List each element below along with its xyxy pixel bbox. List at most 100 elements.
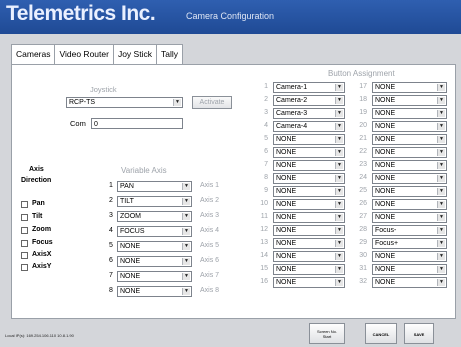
button-number: 6 [264,148,268,155]
button-number: 17 [359,83,367,90]
button-assignment-select[interactable]: NONE ▼ [372,121,447,132]
button-assignment-select[interactable]: Focus- ▼ [372,225,447,236]
chevron-down-icon: ▼ [182,213,190,220]
button-assignment-select[interactable]: NONE ▼ [273,147,345,158]
button-assignment-select[interactable]: NONE ▼ [273,225,345,236]
button-assignment-select[interactable]: Camera-3 ▼ [273,108,345,119]
variable-axis-select[interactable]: TILT ▼ [117,196,192,207]
chevron-down-icon: ▼ [437,214,445,221]
button-assignment-value: NONE [375,136,396,143]
joystick-device-select[interactable]: RCP-TS ▼ [66,97,183,108]
variable-axis-select[interactable]: ZOOM ▼ [117,211,192,222]
variable-axis-select[interactable]: NONE ▼ [117,256,192,267]
tab-cameras[interactable]: Cameras [12,45,56,65]
button-assignment-value: NONE [375,188,396,195]
button-assignment-select[interactable]: NONE ▼ [372,160,447,171]
joystick-device-value: RCP-TS [69,99,96,106]
button-assignment-select[interactable]: NONE ▼ [372,147,447,158]
button-assignment-select[interactable]: Camera-1 ▼ [273,82,345,93]
chevron-down-icon: ▼ [335,227,343,234]
axisy-checkbox[interactable] [21,264,28,271]
tab-bar: Cameras Video Router Joy Stick Tally [11,44,183,65]
variable-axis-value: NONE [120,243,141,250]
button-number: 13 [260,239,268,246]
button-assignment-select[interactable]: NONE ▼ [273,186,345,197]
button-number: 27 [359,213,367,220]
variable-axis-value: ZOOM [120,213,141,220]
button-assignment-select[interactable]: NONE ▼ [273,238,345,249]
chevron-down-icon: ▼ [335,136,343,143]
button-assignment-select[interactable]: NONE ▼ [372,251,447,262]
variable-axis-label: Axis 2 [200,197,220,204]
button-number: 21 [359,135,367,142]
button-assignment-select[interactable]: Camera-4 ▼ [273,121,345,132]
save-button[interactable]: SAVE [404,323,434,344]
tab-video-router[interactable]: Video Router [55,45,114,65]
button-assignment-value: Camera-3 [276,110,308,117]
focus-label: Focus [32,239,53,246]
button-assignment-select[interactable]: NONE ▼ [273,173,345,184]
variable-axis-value: NONE [120,258,141,265]
cancel-button[interactable]: CANCEL [365,323,397,344]
pan-checkbox[interactable] [21,201,28,208]
button-assignment-value: NONE [276,266,297,273]
button-assignment-select[interactable]: NONE ▼ [372,186,447,197]
button-assignment-select[interactable]: NONE ▼ [273,134,345,145]
button-assignment-select[interactable]: Camera-2 ▼ [273,95,345,106]
button-number: 22 [359,148,367,155]
button-assignment-value: NONE [276,227,297,234]
button-assignment-value: NONE [276,149,297,156]
button-assignment-select[interactable]: NONE ▼ [273,199,345,210]
tab-joy-stick[interactable]: Joy Stick [114,45,157,65]
chevron-down-icon: ▼ [335,253,343,260]
tilt-checkbox[interactable] [21,214,28,221]
button-assignment-select[interactable]: NONE ▼ [372,95,447,106]
button-assignment-value: NONE [375,162,396,169]
button-assignment-value: NONE [276,175,297,182]
button-assignment-value: Focus+ [375,240,399,247]
variable-axis-select[interactable]: FOCUS ▼ [117,226,192,237]
focus-checkbox[interactable] [21,240,28,247]
button-number: 18 [359,96,367,103]
button-assignment-value: Camera-1 [276,84,308,91]
chevron-down-icon: ▼ [173,99,181,106]
button-assignment-select[interactable]: NONE ▼ [372,264,447,275]
button-number: 8 [264,174,268,181]
activate-button[interactable]: Activate [192,96,232,109]
chevron-down-icon: ▼ [335,279,343,286]
axisx-label: AxisX [32,251,52,258]
variable-axis-number: 6 [109,257,113,264]
button-assignment-select[interactable]: Focus+ ▼ [372,238,447,249]
variable-axis-select[interactable]: NONE ▼ [117,286,192,297]
button-number: 29 [359,239,367,246]
button-assignment-select[interactable]: NONE ▼ [372,173,447,184]
chevron-down-icon: ▼ [335,175,343,182]
button-assignment-select[interactable]: NONE ▼ [372,277,447,288]
variable-axis-select[interactable]: NONE ▼ [117,271,192,282]
button-assignment-select[interactable]: NONE ▼ [372,134,447,145]
axisx-checkbox[interactable] [21,252,28,259]
tilt-label: Tilt [32,213,43,220]
button-assignment-select[interactable]: NONE ▼ [372,108,447,119]
zoom-checkbox[interactable] [21,227,28,234]
tab-tally[interactable]: Tally [157,45,182,65]
variable-axis-number: 2 [109,197,113,204]
button-assignment-value: NONE [375,253,396,260]
button-assignment-select[interactable]: NONE ▼ [372,82,447,93]
button-assignment-select[interactable]: NONE ▼ [273,251,345,262]
variable-axis-select[interactable]: NONE ▼ [117,241,192,252]
button-assignment-select[interactable]: NONE ▼ [372,212,447,223]
chevron-down-icon: ▼ [437,84,445,91]
button-assignment-select[interactable]: NONE ▼ [372,199,447,210]
chevron-down-icon: ▼ [335,214,343,221]
variable-axis-select[interactable]: PAN ▼ [117,181,192,192]
button-assignment-value: NONE [375,214,396,221]
button-assignment-select[interactable]: NONE ▼ [273,264,345,275]
button-assignment-select[interactable]: NONE ▼ [273,277,345,288]
com-input[interactable]: 0 [91,118,183,129]
window-title: Camera Configuration [186,11,275,21]
button-assignment-select[interactable]: NONE ▼ [273,212,345,223]
variable-axis-label: Axis 1 [200,182,220,189]
button-assignment-select[interactable]: NONE ▼ [273,160,345,171]
screen-start-button[interactable]: Screen No. Start [309,323,345,344]
